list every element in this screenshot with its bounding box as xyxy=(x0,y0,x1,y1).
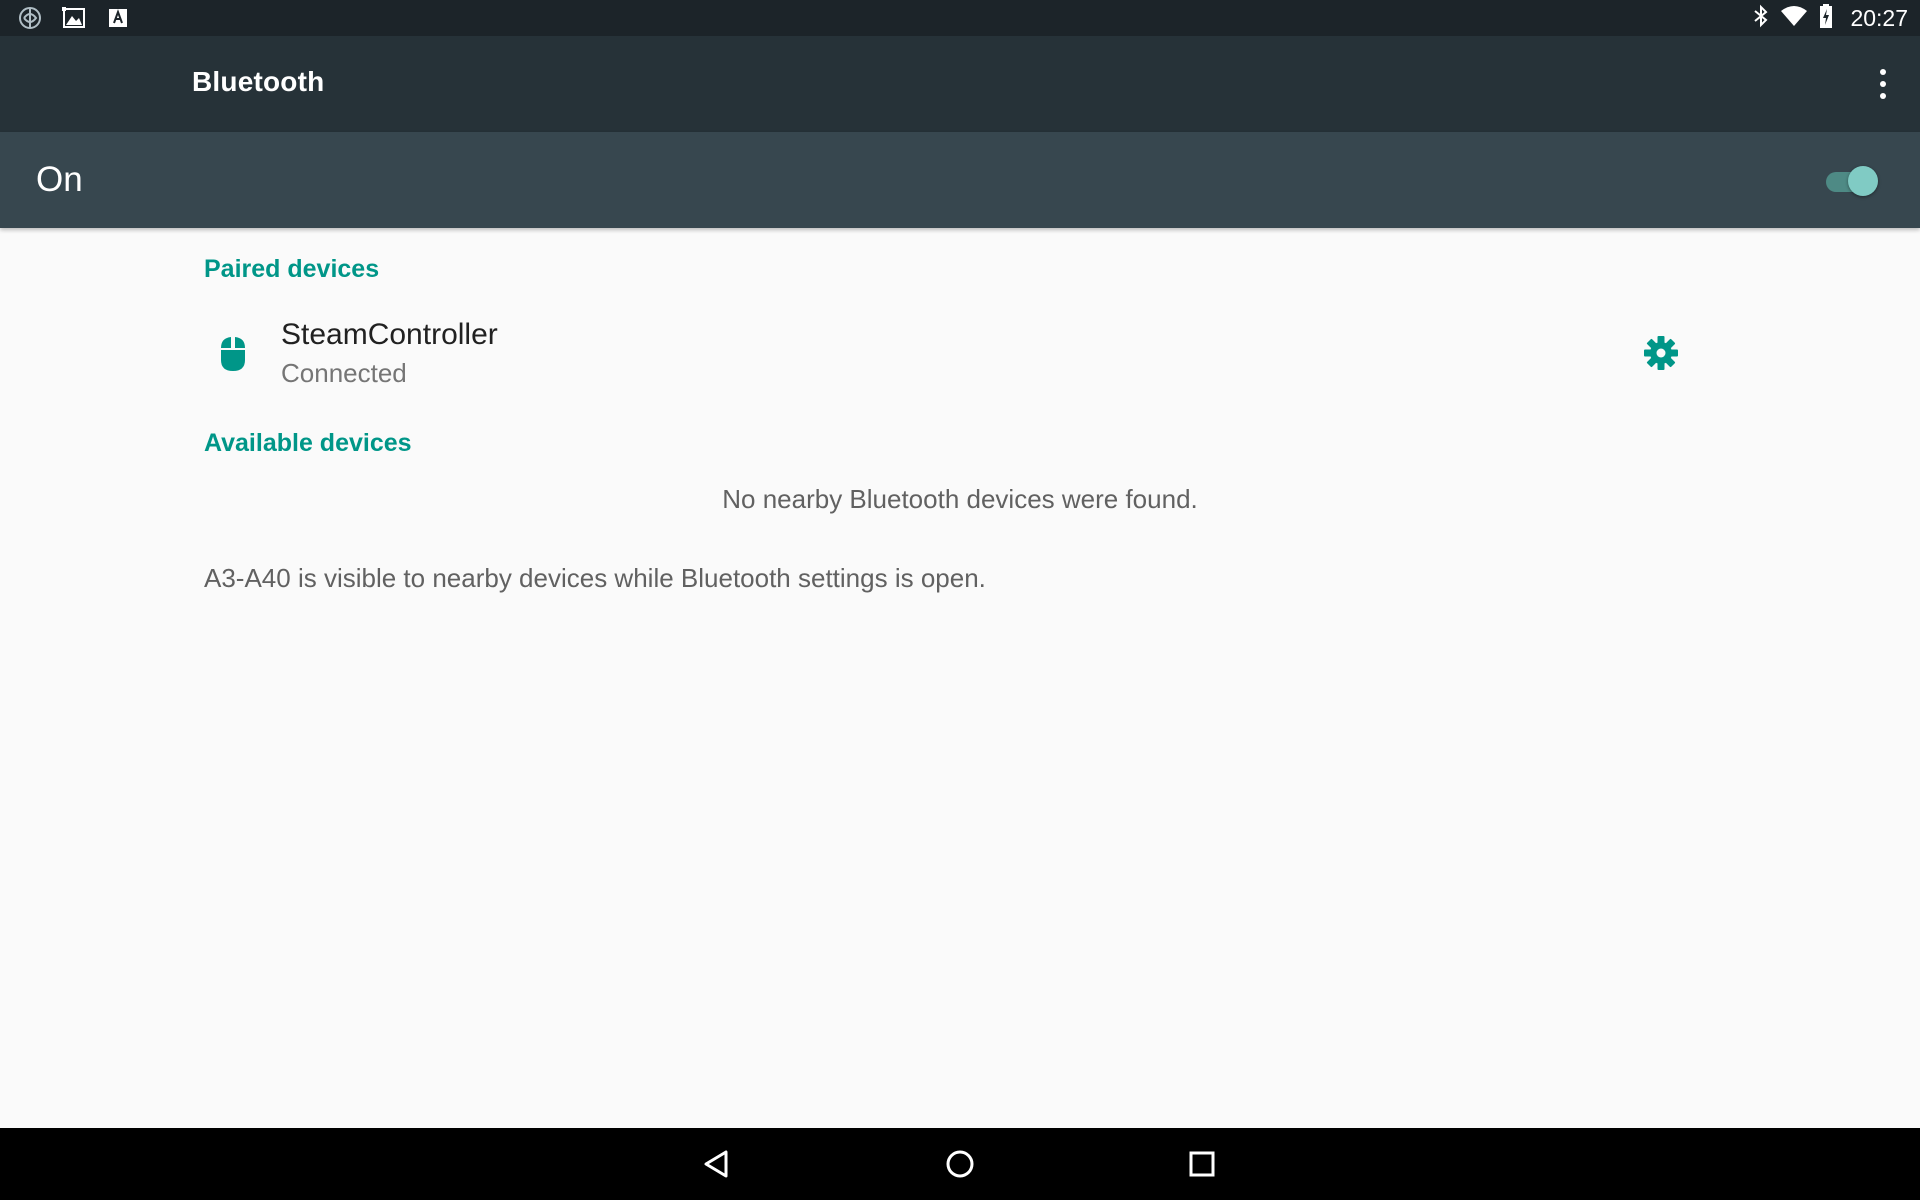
page-title: Bluetooth xyxy=(192,66,325,97)
switch-label: On xyxy=(36,160,83,199)
paired-devices-header: Paired devices xyxy=(204,255,380,283)
no-devices-message: No nearby Bluetooth devices were found. xyxy=(722,484,1198,514)
device-status: Connected xyxy=(281,358,407,388)
status-clock: 20:27 xyxy=(1850,4,1908,31)
battery-charging-icon xyxy=(1818,3,1834,34)
font-icon xyxy=(104,5,132,31)
device-list: Paired devices SteamController Connected xyxy=(0,228,1920,1128)
gear-icon[interactable] xyxy=(1641,333,1681,373)
bluetooth-toggle[interactable] xyxy=(1824,164,1880,198)
sync-icon xyxy=(16,5,44,31)
wifi-icon xyxy=(1780,5,1808,32)
toggle-thumb xyxy=(1848,166,1878,196)
recents-icon[interactable] xyxy=(1182,1144,1222,1184)
mouse-icon xyxy=(216,334,250,374)
photo-icon xyxy=(60,5,88,31)
system-status-icons: 20:27 xyxy=(1752,0,1908,36)
available-devices-header: Available devices xyxy=(204,429,412,457)
bluetooth-switch-bar[interactable]: On xyxy=(0,132,1920,228)
status-bar: 20:27 xyxy=(0,0,1920,36)
overflow-menu-icon[interactable] xyxy=(1872,66,1894,102)
device-name: SteamController xyxy=(281,318,498,351)
device-row-steamcontroller[interactable]: SteamController Connected xyxy=(192,308,1692,416)
back-icon[interactable] xyxy=(698,1144,738,1184)
home-icon[interactable] xyxy=(940,1144,980,1184)
visibility-footer: A3-A40 is visible to nearby devices whil… xyxy=(204,563,986,593)
bluetooth-icon xyxy=(1752,4,1770,33)
notification-icons xyxy=(16,5,132,31)
navigation-bar xyxy=(0,1128,1920,1200)
app-bar: Bluetooth xyxy=(0,36,1920,132)
